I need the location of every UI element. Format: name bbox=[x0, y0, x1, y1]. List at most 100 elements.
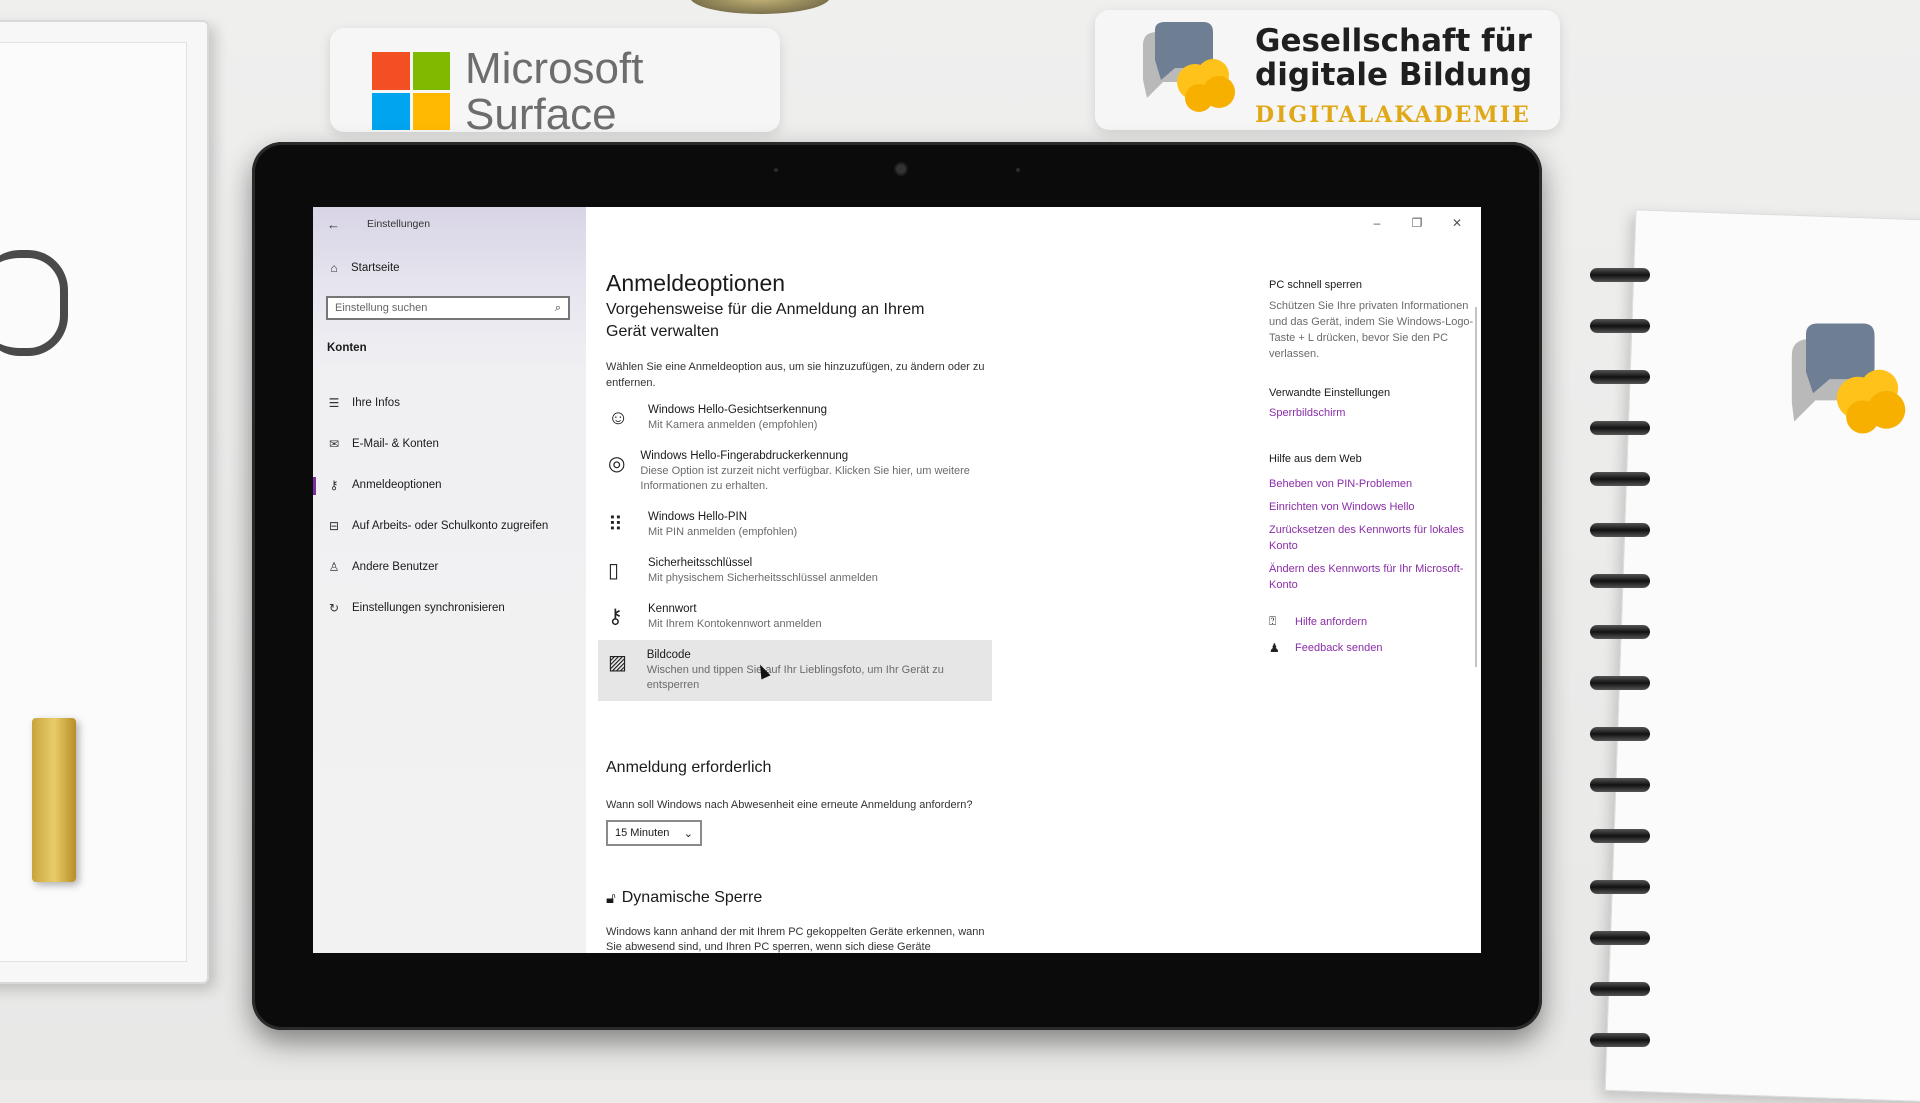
search-box[interactable]: ⌕ bbox=[326, 296, 570, 320]
send-feedback-label: Feedback senden bbox=[1295, 642, 1383, 654]
dynamic-lock-text: Windows kann anhand der mit Ihrem PC gek… bbox=[606, 926, 985, 953]
sensor-dot bbox=[1016, 168, 1020, 172]
microsoft-logo-icon bbox=[372, 52, 450, 130]
sidebar-item-home[interactable]: ⌂ Startseite bbox=[327, 261, 400, 275]
sidebar-item-label: Auf Arbeits- oder Schulkonto zugreifen bbox=[352, 519, 549, 532]
settings-window: ← Einstellungen ⌂ Startseite ⌕ Konten ☰ … bbox=[313, 207, 1481, 953]
sidebar: ← Einstellungen ⌂ Startseite ⌕ Konten ☰ … bbox=[313, 207, 586, 953]
binder-clip bbox=[0, 250, 68, 356]
search-input[interactable] bbox=[335, 302, 535, 314]
sidebar-item-label: E-Mail- & Konten bbox=[352, 437, 439, 450]
gold-pen bbox=[32, 718, 76, 882]
close-button[interactable]: ✕ bbox=[1437, 211, 1477, 235]
option-title: Bildcode bbox=[646, 649, 691, 661]
sidebar-nav: ☰ Ihre Infos ✉ E-Mail- & Konten ⚷ Anmeld… bbox=[313, 382, 586, 628]
help-link-pin-problems[interactable]: Beheben von PIN-Problemen bbox=[1269, 476, 1469, 492]
sign-in-required-dropdown[interactable]: 15 Minuten ⌄ bbox=[606, 820, 702, 846]
brain-bubble-logo-icon bbox=[1143, 22, 1235, 112]
face-icon: ☺ bbox=[608, 407, 629, 429]
home-label: Startseite bbox=[351, 262, 400, 274]
sign-in-required-heading: Anmeldung erforderlich bbox=[606, 759, 772, 776]
get-help-label: Hilfe anfordern bbox=[1295, 615, 1368, 628]
option-title: Windows Hello-Fingerabdruckerkennung bbox=[640, 450, 849, 462]
organization-tagline: DIGITALAKADEMIE bbox=[1255, 102, 1531, 128]
person-icon: ♙ bbox=[328, 559, 340, 574]
sidebar-item-label: Anmeldeoptionen bbox=[352, 478, 442, 491]
key-icon: ⚷ bbox=[329, 477, 339, 492]
help-link-setup-hello[interactable]: Einrichten von Windows Hello bbox=[1269, 499, 1469, 515]
notepad-spiral bbox=[1590, 268, 1670, 1068]
web-help-heading: Hilfe aus dem Web bbox=[1269, 453, 1362, 465]
dynamic-lock-icon: 🔓︎ bbox=[606, 889, 616, 907]
sidebar-item-email-accounts[interactable]: ✉ E-Mail- & Konten bbox=[313, 423, 586, 464]
option-title: Kennwort bbox=[648, 603, 697, 615]
microsoft-surface-wordmark: Microsoft Surface bbox=[465, 44, 644, 139]
mail-icon: ✉ bbox=[328, 436, 340, 451]
sidebar-item-other-users[interactable]: ♙ Andere Benutzer bbox=[313, 546, 586, 587]
sidebar-item-work-school[interactable]: ⊟ Auf Arbeits- oder Schulkonto zugreifen bbox=[313, 505, 586, 546]
title-bar: ← Einstellungen bbox=[327, 215, 430, 233]
chevron-down-icon: ⌄ bbox=[683, 827, 693, 840]
sensor-dot bbox=[774, 168, 778, 172]
person-card-icon: ☰ bbox=[328, 395, 340, 410]
help-link-change-ms-password[interactable]: Ändern des Kennworts für Ihr Microsoft-K… bbox=[1269, 561, 1469, 593]
quick-lock-text: Schützen Sie Ihre privaten Informationen… bbox=[1269, 300, 1474, 360]
option-title: Windows Hello-Gesichtserkennung bbox=[648, 404, 827, 416]
send-feedback-link[interactable]: ♟ Feedback senden bbox=[1269, 641, 1382, 655]
option-security-key[interactable]: ▯ Sicherheitsschlüssel Mit physischem Si… bbox=[598, 548, 992, 594]
home-icon: ⌂ bbox=[330, 261, 338, 275]
related-settings-heading: Verwandte Einstellungen bbox=[1269, 387, 1391, 399]
option-description: Mit Ihrem Kontokennwort anmelden bbox=[648, 618, 822, 630]
sidebar-item-your-info[interactable]: ☰ Ihre Infos bbox=[313, 382, 586, 423]
maximize-button[interactable]: ❐ bbox=[1397, 211, 1437, 235]
key-icon: ⚷ bbox=[608, 606, 623, 628]
back-arrow-icon[interactable]: ← bbox=[327, 217, 343, 232]
section-label-accounts: Konten bbox=[327, 342, 367, 354]
keypad-icon: ⠿ bbox=[608, 514, 623, 536]
option-description: Wischen und tippen Sie auf Ihr Lieblings… bbox=[646, 664, 944, 691]
option-description: Mit PIN anmelden (empfohlen) bbox=[648, 526, 798, 538]
option-fingerprint[interactable]: ◎ Windows Hello-Fingerabdruckerkennung D… bbox=[598, 441, 992, 502]
option-password[interactable]: ⚷ Kennwort Mit Ihrem Kontokennwort anmel… bbox=[598, 594, 992, 640]
briefcase-icon: ⊟ bbox=[328, 518, 340, 533]
option-description: Mit physischem Sicherheitsschlüssel anme… bbox=[648, 572, 878, 584]
intro-text: Wählen Sie eine Anmeldeoption aus, um si… bbox=[606, 361, 985, 389]
help-chat-icon: ⍰ bbox=[1269, 614, 1277, 628]
help-link-reset-local-password[interactable]: Zurücksetzen des Kennworts für lokales K… bbox=[1269, 522, 1469, 554]
feedback-icon: ♟ bbox=[1269, 641, 1280, 655]
dropdown-value: 15 Minuten bbox=[615, 827, 670, 839]
lock-screen-link[interactable]: Sperrbildschirm bbox=[1269, 405, 1345, 421]
minimize-button[interactable]: – bbox=[1357, 211, 1397, 235]
option-face-recognition[interactable]: ☺ Windows Hello-Gesichtserkennung Mit Ka… bbox=[598, 395, 992, 441]
dynamic-lock-title: Dynamische Sperre bbox=[621, 889, 763, 906]
option-description: Diese Option ist zurzeit nicht verfügbar… bbox=[640, 465, 970, 492]
microsoft-surface-logo-card: Microsoft Surface bbox=[330, 28, 780, 138]
digitalakademie-logo-card: Gesellschaft für digitale Bildung DIGITA… bbox=[1095, 10, 1560, 130]
picture-icon: ▨ bbox=[608, 652, 627, 674]
sync-icon: ↻ bbox=[328, 600, 340, 615]
sidebar-item-label: Andere Benutzer bbox=[352, 560, 439, 573]
option-description: Mit Kamera anmelden (empfohlen) bbox=[648, 419, 818, 431]
get-help-link[interactable]: ⍰ Hilfe anfordern bbox=[1269, 614, 1367, 629]
organization-name: Gesellschaft für digitale Bildung bbox=[1255, 23, 1533, 93]
option-title: Sicherheitsschlüssel bbox=[648, 557, 753, 569]
main-content: – ❐ ✕ Anmeldeoptionen Vorgehensweise für… bbox=[586, 207, 1481, 953]
sidebar-item-label: Einstellungen synchronisieren bbox=[352, 601, 505, 614]
window-controls: – ❐ ✕ bbox=[1357, 211, 1477, 235]
fingerprint-icon: ◎ bbox=[608, 453, 626, 475]
manage-heading: Vorgehensweise für die Anmeldung an Ihre… bbox=[606, 301, 925, 340]
sign-in-required-question: Wann soll Windows nach Abwesenheit eine … bbox=[606, 799, 973, 811]
option-picture-password[interactable]: ▨ Bildcode Wischen und tippen Sie auf Ih… bbox=[598, 640, 992, 701]
sidebar-item-sign-in-options[interactable]: ⚷ Anmeldeoptionen bbox=[313, 464, 586, 505]
dynamic-lock-heading: 🔓︎ Dynamische Sperre bbox=[606, 889, 762, 907]
option-pin[interactable]: ⠿ Windows Hello-PIN Mit PIN anmelden (em… bbox=[598, 502, 992, 548]
decorative-object bbox=[690, 0, 830, 14]
sidebar-item-sync-settings[interactable]: ↻ Einstellungen synchronisieren bbox=[313, 587, 586, 628]
usb-key-icon: ▯ bbox=[608, 560, 620, 582]
sidebar-item-label: Ihre Infos bbox=[352, 396, 400, 409]
quick-lock-heading: PC schnell sperren bbox=[1269, 279, 1362, 291]
search-icon[interactable]: ⌕ bbox=[555, 302, 561, 315]
app-title: Einstellungen bbox=[367, 218, 431, 230]
sign-in-options-list: ☺ Windows Hello-Gesichtserkennung Mit Ka… bbox=[598, 395, 992, 701]
scrollbar[interactable] bbox=[1475, 307, 1477, 667]
